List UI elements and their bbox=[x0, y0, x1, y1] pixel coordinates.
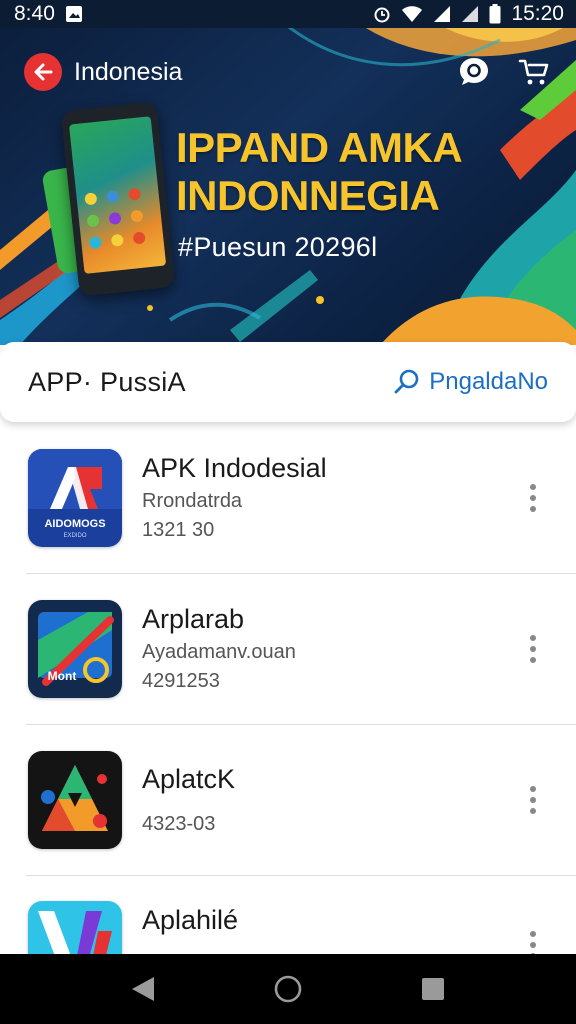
nav-back-button[interactable] bbox=[119, 965, 167, 1013]
wifi-icon bbox=[401, 5, 423, 23]
search-link-label: PngaldaNo bbox=[429, 368, 548, 395]
phone-illustration bbox=[60, 101, 176, 297]
circle-home-icon bbox=[274, 975, 302, 1003]
svg-text:Mont: Mont bbox=[48, 669, 77, 683]
app-meta: 4291253 bbox=[142, 670, 220, 692]
more-options-button[interactable] bbox=[518, 478, 548, 518]
back-button[interactable] bbox=[24, 53, 62, 91]
country-title: Indonesia bbox=[74, 57, 183, 86]
list-item[interactable]: Mont Arplarab Ayadamanv.ouan 4291253 bbox=[0, 573, 576, 724]
arrow-left-icon bbox=[34, 63, 53, 81]
banner-tagline: #Puesun 20296l bbox=[178, 232, 378, 262]
app-subtitle: Rrondatrda bbox=[142, 490, 243, 512]
hero-banner: Indonesia IPPAND AMKA INDONNEGIA #Puesun… bbox=[0, 0, 576, 345]
list-item[interactable]: AplatcK 4323-03 bbox=[0, 724, 576, 875]
status-bar: 8:40 15:20 bbox=[0, 0, 576, 28]
chat-bubble-icon bbox=[460, 58, 488, 85]
app-name: APK Indodesial bbox=[142, 453, 327, 483]
banner-headline: IPPAND AMKA INDONNEGIA bbox=[176, 124, 463, 220]
list-item[interactable]: AIDOMOGS EXDIDO APK Indodesial Rrondatrd… bbox=[0, 422, 576, 573]
headline-line-2: INDONNEGIA bbox=[176, 172, 440, 219]
triangle-drive-icon bbox=[28, 750, 122, 849]
shopping-cart-icon bbox=[518, 59, 549, 85]
more-vertical-icon bbox=[530, 634, 536, 641]
section-title: APP· PussiA bbox=[28, 366, 186, 397]
status-time-right: 15:20 bbox=[511, 2, 564, 25]
nav-home-button[interactable] bbox=[264, 965, 312, 1013]
cart-button[interactable] bbox=[514, 52, 554, 92]
app-list: AIDOMOGS EXDIDO APK Indodesial Rrondatrd… bbox=[0, 422, 576, 954]
headline-line-1: IPPAND AMKA bbox=[176, 124, 463, 171]
app-name: Arplarab bbox=[142, 604, 245, 634]
signal-icon bbox=[433, 5, 451, 23]
app-name: Aplahilé bbox=[142, 905, 239, 935]
more-options-button[interactable] bbox=[518, 629, 548, 669]
square-recents-icon bbox=[422, 978, 445, 1000]
phone-screen bbox=[68, 116, 167, 274]
svg-text:AIDOMOGS: AIDOMOGS bbox=[44, 518, 105, 530]
more-options-button[interactable] bbox=[518, 925, 548, 954]
section-header: APP· PussiA PngaldaNo bbox=[0, 342, 576, 422]
photo-notification-icon bbox=[65, 5, 83, 23]
apk-red-a-icon: AIDOMOGS EXDIDO bbox=[28, 448, 122, 547]
more-vertical-icon bbox=[530, 483, 536, 490]
more-options-button[interactable] bbox=[518, 780, 548, 820]
search-icon bbox=[394, 369, 419, 394]
svg-text:EXDIDO: EXDIDO bbox=[63, 533, 86, 539]
app-name: AplatcK bbox=[142, 763, 236, 794]
search-link[interactable]: PngaldaNo bbox=[393, 368, 548, 396]
top-app-bar: Indonesia bbox=[0, 44, 576, 100]
status-time-left: 8:40 bbox=[14, 2, 55, 25]
blue-v-icon bbox=[28, 901, 122, 954]
app-subtitle: Ayadamanv.ouan bbox=[142, 641, 296, 663]
list-item[interactable]: Aplahilé bbox=[0, 875, 576, 954]
triangle-back-icon bbox=[131, 977, 154, 1001]
more-vertical-icon bbox=[530, 931, 536, 937]
app-meta: 1321 30 bbox=[142, 519, 215, 541]
system-navigation-bar bbox=[0, 954, 576, 1024]
signal-icon-2 bbox=[461, 5, 479, 23]
chat-button[interactable] bbox=[454, 52, 494, 92]
alarm-icon bbox=[373, 5, 391, 23]
more-vertical-icon bbox=[530, 785, 536, 792]
app-meta: 4323-03 bbox=[142, 812, 216, 835]
nav-recents-button[interactable] bbox=[409, 965, 457, 1013]
battery-icon bbox=[489, 4, 501, 24]
maps-slash-icon: Mont bbox=[28, 599, 122, 698]
